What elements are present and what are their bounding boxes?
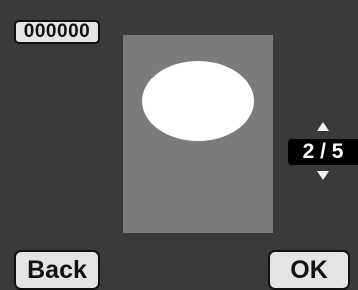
triangle-up-icon[interactable] xyxy=(317,122,329,131)
preview-ellipse-shape xyxy=(142,61,254,141)
triangle-down-icon[interactable] xyxy=(317,171,329,180)
file-counter-badge: 000000 xyxy=(14,20,100,44)
image-preview xyxy=(123,35,273,233)
ok-button[interactable]: OK xyxy=(268,250,350,290)
page-indicator: 2 / 5 xyxy=(288,139,358,165)
camera-screen: 000000 2 / 5 Back OK xyxy=(0,0,358,290)
back-button[interactable]: Back xyxy=(14,250,100,290)
page-navigation: 2 / 5 xyxy=(288,120,358,180)
